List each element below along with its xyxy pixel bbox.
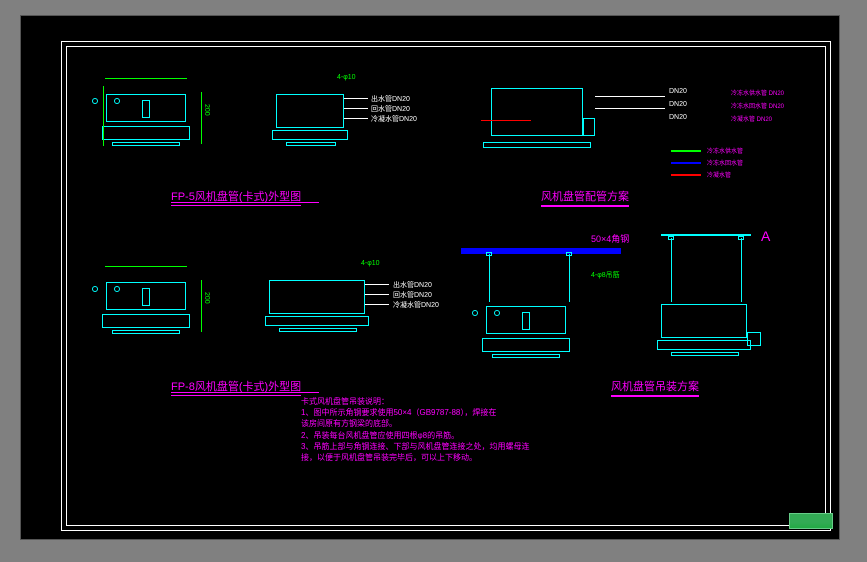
pipe-in-label: 回水管DN20 bbox=[371, 104, 410, 114]
hanger-rod bbox=[489, 254, 490, 302]
dim-ext bbox=[201, 280, 202, 332]
notes-l1: 1、图中所示角钢要求使用50×4（GB9787-88），焊接在 bbox=[301, 407, 529, 418]
stub bbox=[344, 98, 368, 99]
pipe-out-label: 出水管DN20 bbox=[371, 94, 410, 104]
dim-v: 200 bbox=[203, 292, 210, 304]
legend-dn1: DN20 bbox=[669, 88, 687, 95]
title-underline-2 bbox=[171, 392, 319, 393]
fp5-title: FP-5风机盘管(卡式)外型图 bbox=[171, 188, 301, 206]
pipe-supply bbox=[595, 96, 665, 97]
pipe-cond-label-2: 冷凝水管DN20 bbox=[393, 300, 439, 310]
dim-line bbox=[105, 266, 187, 267]
piping-title: 风机盘管配管方案 bbox=[541, 188, 629, 207]
hanger-rod-r bbox=[741, 238, 742, 302]
dim-line bbox=[105, 78, 187, 79]
angle-label: 50×4角钢 bbox=[591, 232, 629, 245]
pipe-cond-label: 冷凝水管DN20 bbox=[371, 114, 417, 124]
legend-return: 冷冻水回水管 bbox=[671, 158, 743, 167]
nut bbox=[566, 252, 572, 256]
hanging-title: 风机盘管吊装方案 bbox=[611, 378, 699, 397]
notes-l2: 2、吊装每台风机盘管应使用四根φ8的吊筋。 bbox=[301, 430, 529, 441]
holes-label: 4-φ10 bbox=[337, 74, 356, 81]
angle-steel-1 bbox=[461, 248, 621, 254]
legend-supply: 冷冻水供水管 bbox=[671, 146, 743, 155]
notes-head: 卡式风机盘管吊装说明： bbox=[301, 396, 529, 407]
stub bbox=[365, 284, 389, 285]
stub bbox=[344, 108, 368, 109]
piping-base bbox=[483, 142, 591, 148]
notes-l3: 3、吊筋上部与角钢连接、下部与风机盘管连接之处，均用螺母连 bbox=[301, 441, 529, 452]
conn-box bbox=[747, 332, 761, 346]
far-legend-1: 冷冻水供水管 DN20 bbox=[731, 88, 784, 97]
piping-conn bbox=[583, 118, 595, 136]
nut bbox=[486, 252, 492, 256]
pipe-in-label-2: 回水管DN20 bbox=[393, 290, 432, 300]
hanger-rod bbox=[569, 254, 570, 302]
nut bbox=[668, 236, 674, 240]
pipe-out-label-2: 出水管DN20 bbox=[393, 280, 432, 290]
ucs-icon bbox=[789, 513, 833, 533]
nut bbox=[738, 236, 744, 240]
notes-l1b: 该房间原有方钢梁的底部。 bbox=[301, 418, 529, 429]
fp8-title: FP-8风机盘管(卡式)外型图 bbox=[171, 378, 301, 396]
pipe-return bbox=[595, 108, 665, 109]
dim-ext bbox=[201, 92, 202, 144]
holes-label-2: 4-φ10 bbox=[361, 260, 380, 267]
dim-v: 200 bbox=[203, 104, 210, 116]
pipe-drain bbox=[481, 120, 531, 121]
piping-unit bbox=[491, 88, 583, 136]
title-underline bbox=[171, 202, 319, 203]
legend-dn3: DN20 bbox=[669, 114, 687, 121]
far-legend-2: 冷冻水回水管 DN20 bbox=[731, 101, 784, 110]
dim-ext bbox=[103, 86, 104, 146]
notes-l3b: 接，以便于风机盘管吊装完毕后，可以上下移动。 bbox=[301, 452, 529, 463]
install-notes: 卡式风机盘管吊装说明： 1、图中所示角钢要求使用50×4（GB9787-88），… bbox=[301, 396, 529, 463]
far-legend-3: 冷凝水管 DN20 bbox=[731, 114, 772, 123]
legend-dn2: DN20 bbox=[669, 101, 687, 108]
hanger-label: 4-φ8吊筋 bbox=[591, 270, 620, 280]
stub bbox=[365, 294, 389, 295]
stub bbox=[365, 304, 389, 305]
detail-callout: A bbox=[761, 228, 770, 244]
stub bbox=[344, 118, 368, 119]
legend-cond: 冷凝水管 bbox=[671, 170, 731, 179]
ceiling-line bbox=[661, 234, 751, 236]
hanger-rod-r bbox=[671, 238, 672, 302]
